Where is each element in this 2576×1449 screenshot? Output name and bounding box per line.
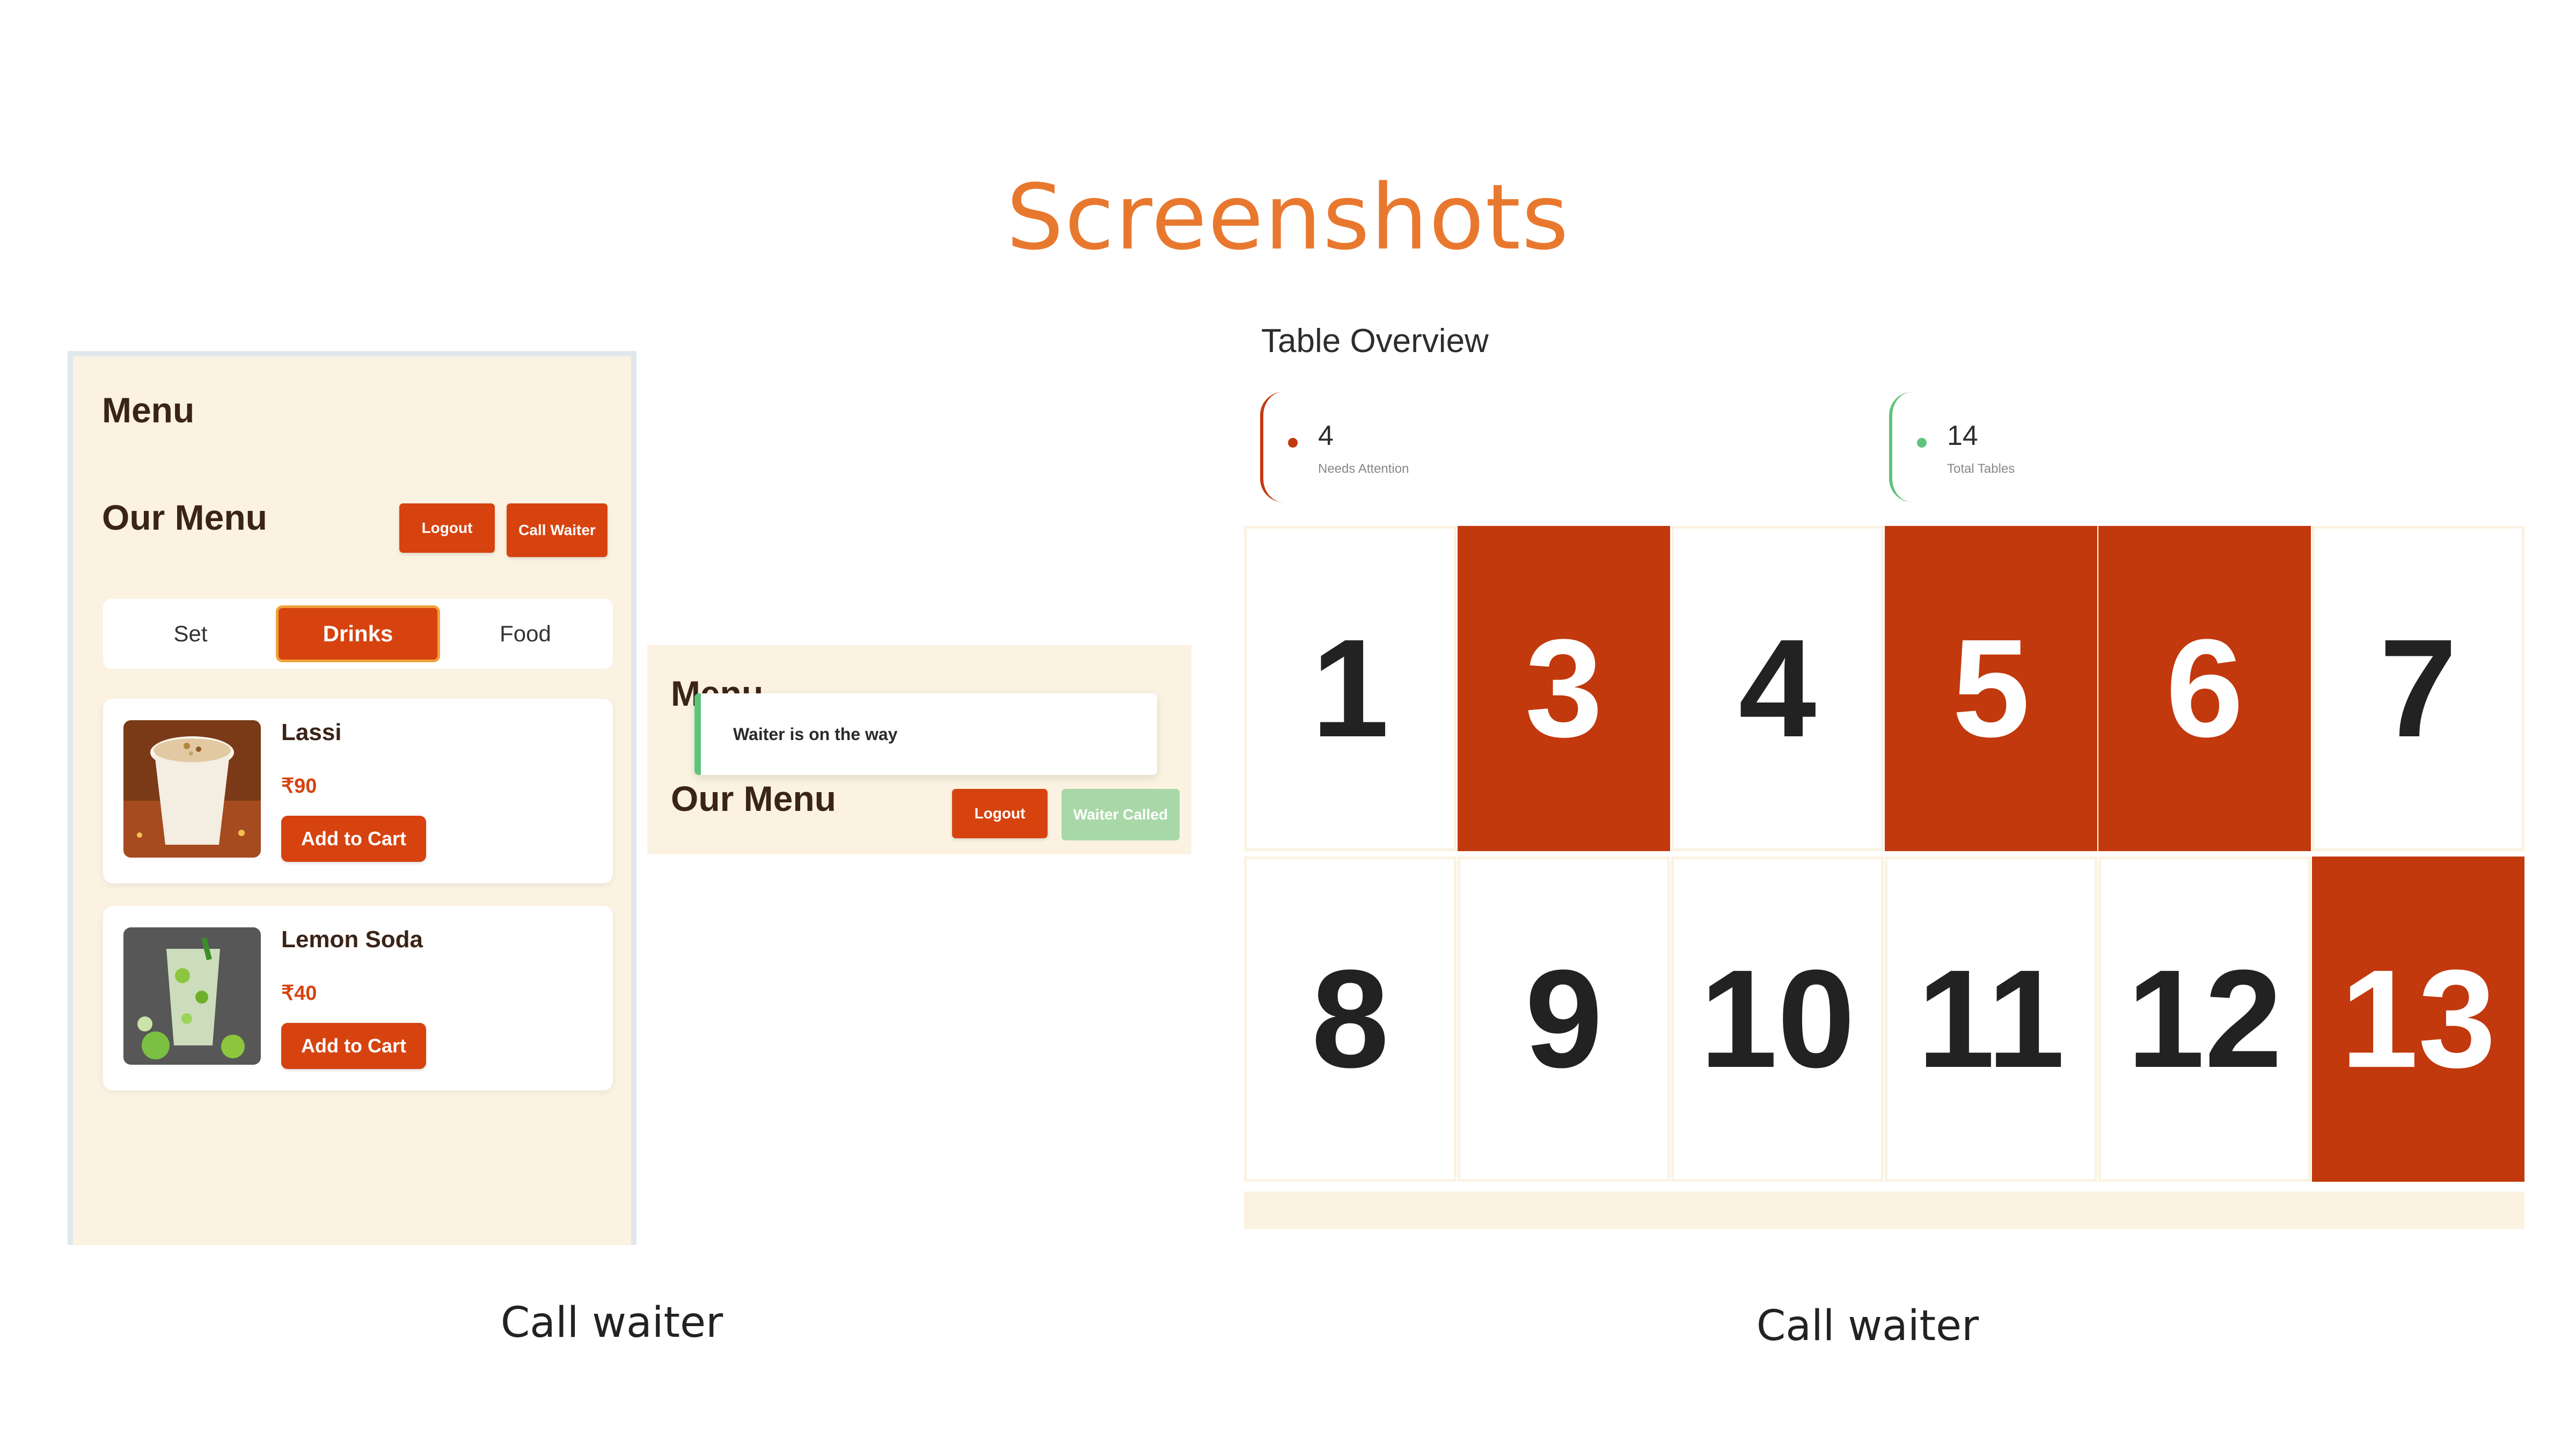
toast-notification: Waiter is on the way [694, 693, 1157, 775]
table-cell-3[interactable]: 3 [1458, 526, 1670, 851]
lassi-glass-icon [123, 720, 261, 858]
slide-title: Screenshots [1006, 165, 1570, 270]
waiter-called-screenshot: Menu Waiter is on the way Our Menu Logou… [647, 645, 1191, 854]
logout-button[interactable]: Logout [399, 503, 495, 553]
total-dot-icon [1917, 438, 1927, 448]
section-title: Our Menu [102, 497, 267, 537]
category-tabs: Set Drinks Food [103, 599, 613, 669]
toast-message: Waiter is on the way [733, 724, 898, 744]
table-cell-13[interactable]: 13 [2312, 857, 2524, 1182]
table-grid: 1 3 4 5 6 7 8 9 10 11 12 13 [1244, 526, 2524, 1229]
table-cell-5[interactable]: 5 [1885, 526, 2097, 851]
menu-item-card: Lemon Soda ₹40 Add to Cart [103, 906, 613, 1091]
table-cell-1[interactable]: 1 [1244, 526, 1457, 851]
item-price: ₹90 [281, 775, 317, 797]
table-cell-10[interactable]: 10 [1671, 857, 1884, 1182]
tab-drinks[interactable]: Drinks [276, 605, 440, 662]
logout-button[interactable]: Logout [952, 789, 1048, 838]
needs-attention-stat: 4 Needs Attention [1260, 392, 1743, 502]
table-cell-11[interactable]: 11 [1885, 857, 2097, 1182]
waiter-called-button: Waiter Called [1062, 789, 1180, 840]
call-waiter-button[interactable]: Call Waiter [507, 503, 608, 557]
needs-attention-label: Needs Attention [1318, 462, 1409, 476]
lemon-soda-glass-icon [123, 927, 261, 1065]
needs-attention-accent [1260, 392, 1284, 502]
tab-food[interactable]: Food [443, 605, 608, 662]
needs-attention-count: 4 [1318, 420, 1334, 451]
item-name: Lemon Soda [281, 926, 423, 953]
item-price: ₹40 [281, 982, 317, 1005]
menu-screenshot: Menu Our Menu Logout Call Waiter Set Dri… [68, 351, 636, 1245]
attention-dot-icon [1288, 438, 1298, 448]
total-tables-stat: 14 Total Tables [1889, 392, 2372, 502]
add-to-cart-button[interactable]: Add to Cart [281, 1023, 426, 1069]
table-cell-6[interactable]: 6 [2098, 526, 2311, 851]
table-cell-4[interactable]: 4 [1671, 526, 1884, 851]
menu-item-card: Lassi ₹90 Add to Cart [103, 699, 613, 883]
section-title: Our Menu [671, 779, 836, 818]
total-tables-count: 14 [1947, 420, 1978, 451]
add-to-cart-button[interactable]: Add to Cart [281, 816, 426, 862]
app-title: Menu [102, 390, 195, 430]
table-cell-7[interactable]: 7 [2312, 526, 2524, 851]
tab-set[interactable]: Set [108, 605, 273, 662]
caption-left: Call waiter [500, 1299, 723, 1347]
table-cell-9[interactable]: 9 [1458, 857, 1670, 1182]
table-cell-8[interactable]: 8 [1244, 857, 1457, 1182]
item-name: Lassi [281, 719, 342, 745]
table-cell-12[interactable]: 12 [2098, 857, 2311, 1182]
grid-footer-strip [1244, 1191, 2524, 1229]
table-overview-title: Table Overview [1261, 323, 1489, 360]
total-tables-accent [1889, 392, 1913, 502]
total-tables-label: Total Tables [1947, 462, 2015, 476]
caption-right: Call waiter [1756, 1302, 1979, 1350]
